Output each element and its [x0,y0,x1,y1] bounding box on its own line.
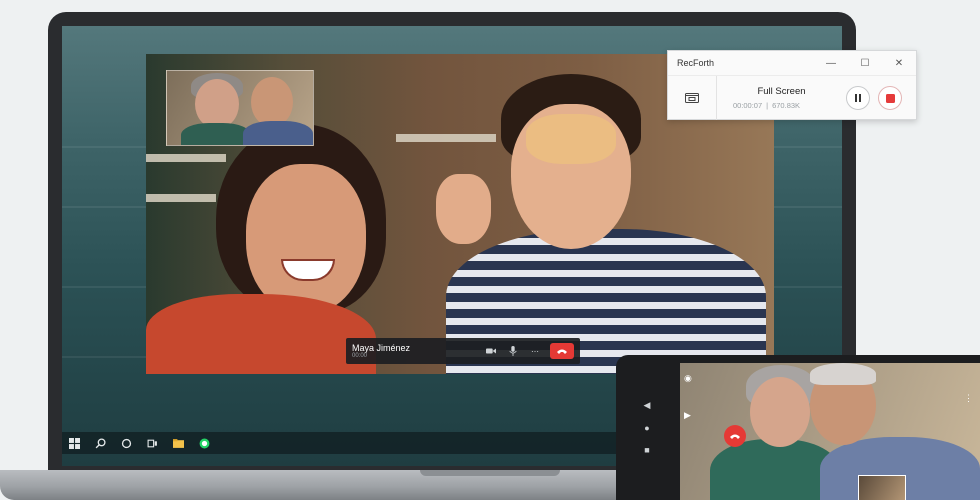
phone-nav-bar: ◀ ● ■ [616,355,678,500]
maximize-button[interactable]: ☐ [848,51,882,75]
file-explorer-icon[interactable] [172,437,184,449]
recents-nav-icon[interactable]: ■ [644,445,649,455]
record-mode-label: Full Screen [757,86,806,97]
end-call-icon [557,349,567,354]
participant-grandma [750,377,810,447]
close-button[interactable]: ✕ [882,51,916,75]
pause-button[interactable] [846,86,870,110]
recorder-title: RecForth [677,58,715,68]
recorder-titlebar[interactable]: RecForth — ☐ ✕ [668,51,916,75]
self-view-thumbnail[interactable] [166,70,314,146]
search-icon[interactable] [94,437,106,449]
video-icon[interactable] [482,343,500,359]
camera-icon[interactable]: ◉ [684,373,692,384]
more-icon[interactable]: ⋮ [964,393,973,404]
pause-icon [855,94,857,102]
back-nav-icon[interactable]: ◀ [644,400,651,411]
recorder-widget: RecForth — ☐ ✕ Full Screen 00:00:07 | 67… [667,50,917,120]
stop-icon [885,93,895,103]
mic-icon[interactable] [504,343,522,359]
whatsapp-icon[interactable] [198,437,210,449]
phone-self-view[interactable] [858,475,906,500]
task-view-icon[interactable] [146,437,158,449]
phone-call-screen: ◉ ▶ ⋮ [680,363,980,500]
home-nav-icon[interactable]: ● [644,423,649,433]
end-call-button[interactable] [550,343,574,359]
cortana-icon[interactable] [120,437,132,449]
elapsed-time: 00:00:07 [732,101,763,110]
minimize-button[interactable]: — [814,51,848,75]
stop-button[interactable] [878,86,902,110]
end-call-icon [730,434,740,439]
waving-hand [436,174,491,244]
call-duration: 00:00 [352,352,368,359]
call-control-bar: Maya Jiménez 00:00 ⋯ [346,338,580,364]
participant-woman [246,164,366,314]
end-call-button[interactable] [724,425,746,447]
video-icon[interactable]: ▶ [684,410,692,421]
file-size: 670.83K [772,101,801,110]
phone-device: ◀ ● ■ ◉ ▶ ⋮ [616,355,980,500]
more-icon[interactable]: ⋯ [526,343,544,359]
windows-icon[interactable] [68,437,80,449]
caller-name: Maya Jiménez [352,342,411,353]
screen-record-icon[interactable] [668,76,717,120]
